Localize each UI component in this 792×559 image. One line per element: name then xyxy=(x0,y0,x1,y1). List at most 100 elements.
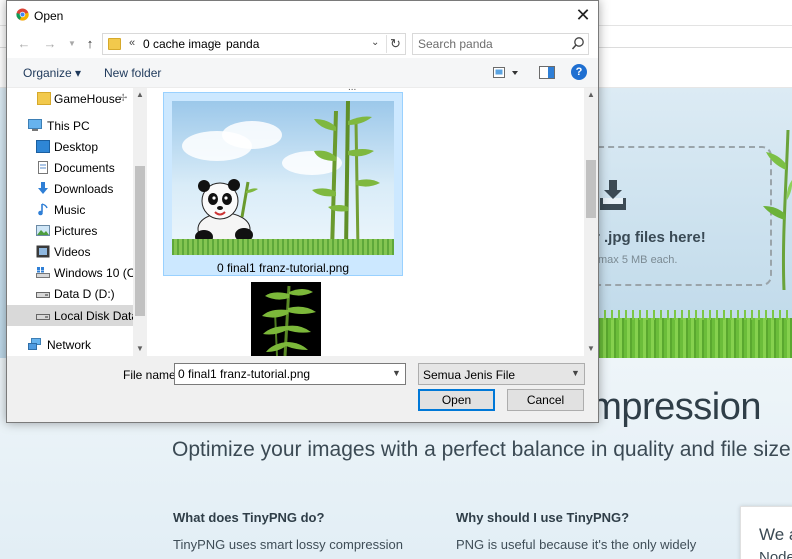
drive-c-icon xyxy=(36,267,50,278)
address-bar[interactable]: « 0 cache image › panda ⌄ ↻ xyxy=(102,33,406,55)
open-file-dialog: Open ✕ ← → ▼ ↑ « 0 cache image › panda ⌄… xyxy=(6,0,599,423)
chrome-icon xyxy=(16,8,29,21)
panda-thumbnail xyxy=(172,101,394,255)
music-icon xyxy=(38,203,48,216)
change-view-icon[interactable] xyxy=(493,66,519,80)
file-item[interactable]: 0 final1 franz-tutorial.png xyxy=(163,92,403,276)
chevron-down-icon: ▼ xyxy=(571,368,580,378)
breadcrumb-separator-icon[interactable]: › xyxy=(214,37,217,48)
nav-item-label: GameHouse xyxy=(54,92,122,106)
pictures-icon xyxy=(36,225,50,236)
folder-icon xyxy=(37,92,51,105)
nav-item-label: This PC xyxy=(47,119,90,133)
search-input[interactable] xyxy=(413,34,563,54)
forward-button[interactable]: → xyxy=(41,34,59,54)
file-list: ... xyxy=(147,88,598,356)
drive-icon xyxy=(36,292,50,298)
nav-item-this-pc[interactable]: This PC xyxy=(7,115,133,136)
nav-item-label: Network xyxy=(47,338,92,352)
computer-icon xyxy=(28,119,42,131)
nav-item-documents[interactable]: Documents xyxy=(7,157,133,178)
command-toolbar: Organize ▾ New folder ? xyxy=(7,58,598,88)
side-card-line-1: We a xyxy=(759,525,792,544)
scroll-up-icon[interactable]: ▲ xyxy=(133,88,147,102)
nav-item-pictures[interactable]: Pictures xyxy=(7,220,133,241)
nav-item-data-d[interactable]: Data D (D:) xyxy=(7,283,133,304)
bamboo-thumbnail xyxy=(262,285,316,356)
breadcrumb-item[interactable]: panda xyxy=(226,37,259,51)
upload-icon xyxy=(600,180,626,210)
nav-pane-scroll-thumb[interactable] xyxy=(135,166,145,316)
nav-item-videos[interactable]: Videos xyxy=(7,241,133,262)
nav-item-label: Downloads xyxy=(54,182,114,196)
chevron-down-icon: ▼ xyxy=(68,39,76,48)
nav-item-label: Windows 10 (C:) xyxy=(54,266,143,280)
bamboo-image xyxy=(312,101,380,251)
nav-item-label: Videos xyxy=(54,245,91,259)
navigation-pane: GameHouse ✢ This PC Desktop Documents Do… xyxy=(7,88,147,356)
breadcrumb-item[interactable]: 0 cache image xyxy=(143,37,221,51)
nav-item-network[interactable]: Network xyxy=(7,334,133,355)
nav-item-desktop[interactable]: Desktop xyxy=(7,136,133,157)
dialog-title: Open xyxy=(34,9,64,23)
organize-button[interactable]: Organize ▾ xyxy=(23,66,81,80)
bamboo-decoration xyxy=(763,130,792,290)
nav-item-windows-c[interactable]: Windows 10 (C:) xyxy=(7,262,143,283)
nav-item-local-disk-data[interactable]: Local Disk Data ( xyxy=(7,305,145,326)
recent-locations-button[interactable]: ▼ xyxy=(63,34,81,54)
file-name-input[interactable] xyxy=(175,364,387,384)
drop-zone-title: r .jpg files here! xyxy=(594,229,706,246)
file-type-select[interactable]: Semua Jenis File ▼ xyxy=(418,363,585,385)
dialog-footer: File name: ▼ Semua Jenis File ▼ Open Can… xyxy=(7,356,598,422)
close-icon: ✕ xyxy=(575,5,591,25)
videos-icon xyxy=(36,245,50,258)
nav-item-label: Local Disk Data ( xyxy=(54,309,146,323)
preview-pane-icon[interactable] xyxy=(539,66,555,79)
download-icon xyxy=(38,182,48,194)
nav-item-label: Pictures xyxy=(54,224,98,238)
file-name-label: 0 final1 franz-tutorial.png xyxy=(216,261,350,275)
file-item[interactable] xyxy=(251,282,321,356)
nav-item-label: Documents xyxy=(54,161,115,175)
nav-item-downloads[interactable]: Downloads xyxy=(7,178,133,199)
nav-item-label: Desktop xyxy=(54,140,99,154)
cloud-shape xyxy=(222,121,282,149)
feature-heading-1: What does TinyPNG do? xyxy=(173,510,325,525)
nav-item-label: Data D (D:) xyxy=(54,287,115,301)
chevron-down-icon[interactable]: ▼ xyxy=(392,368,401,378)
new-folder-button[interactable]: New folder xyxy=(104,66,161,80)
refresh-icon[interactable]: ↻ xyxy=(386,35,404,53)
side-card: We a Node xyxy=(740,506,792,559)
address-dropdown-icon[interactable]: ⌄ xyxy=(371,37,379,48)
back-button[interactable]: ← xyxy=(15,34,33,54)
nav-pane-scrollbar[interactable]: ▲ ▼ xyxy=(133,88,147,356)
file-type-value: Semua Jenis File xyxy=(423,368,516,382)
scroll-up-icon[interactable]: ▲ xyxy=(584,88,598,102)
nav-item-music[interactable]: Music xyxy=(7,199,133,220)
desktop-icon xyxy=(36,140,50,153)
open-button[interactable]: Open xyxy=(418,389,495,411)
help-icon[interactable]: ? xyxy=(571,64,587,80)
file-list-scroll-thumb[interactable] xyxy=(586,160,596,218)
feature-heading-2: Why should I use TinyPNG? xyxy=(456,510,630,525)
search-icon[interactable] xyxy=(571,36,585,52)
folder-icon xyxy=(108,38,121,50)
documents-icon xyxy=(38,161,48,174)
feature-text-1: TinyPNG uses smart lossy compression xyxy=(173,537,403,552)
nav-item-gamehouse[interactable]: GameHouse ✢ xyxy=(7,88,133,109)
file-list-scrollbar[interactable]: ▲ ▼ xyxy=(584,88,598,356)
up-button[interactable]: ↑ xyxy=(81,34,99,54)
pin-icon: ✢ xyxy=(119,93,128,104)
scroll-down-icon[interactable]: ▼ xyxy=(584,342,598,356)
dialog-titlebar[interactable]: Open ✕ xyxy=(7,1,598,30)
nav-item-label: Music xyxy=(54,203,86,217)
network-icon xyxy=(28,338,41,350)
arrow-up-icon: ↑ xyxy=(86,36,94,51)
cancel-button[interactable]: Cancel xyxy=(507,389,584,411)
scroll-down-icon[interactable]: ▼ xyxy=(133,342,147,356)
search-box[interactable] xyxy=(412,33,589,55)
close-button[interactable]: ✕ xyxy=(569,3,597,27)
file-name-combobox[interactable]: ▼ xyxy=(174,363,406,385)
arrow-left-icon: ← xyxy=(17,36,31,51)
breadcrumb-overflow[interactable]: « xyxy=(129,37,135,49)
